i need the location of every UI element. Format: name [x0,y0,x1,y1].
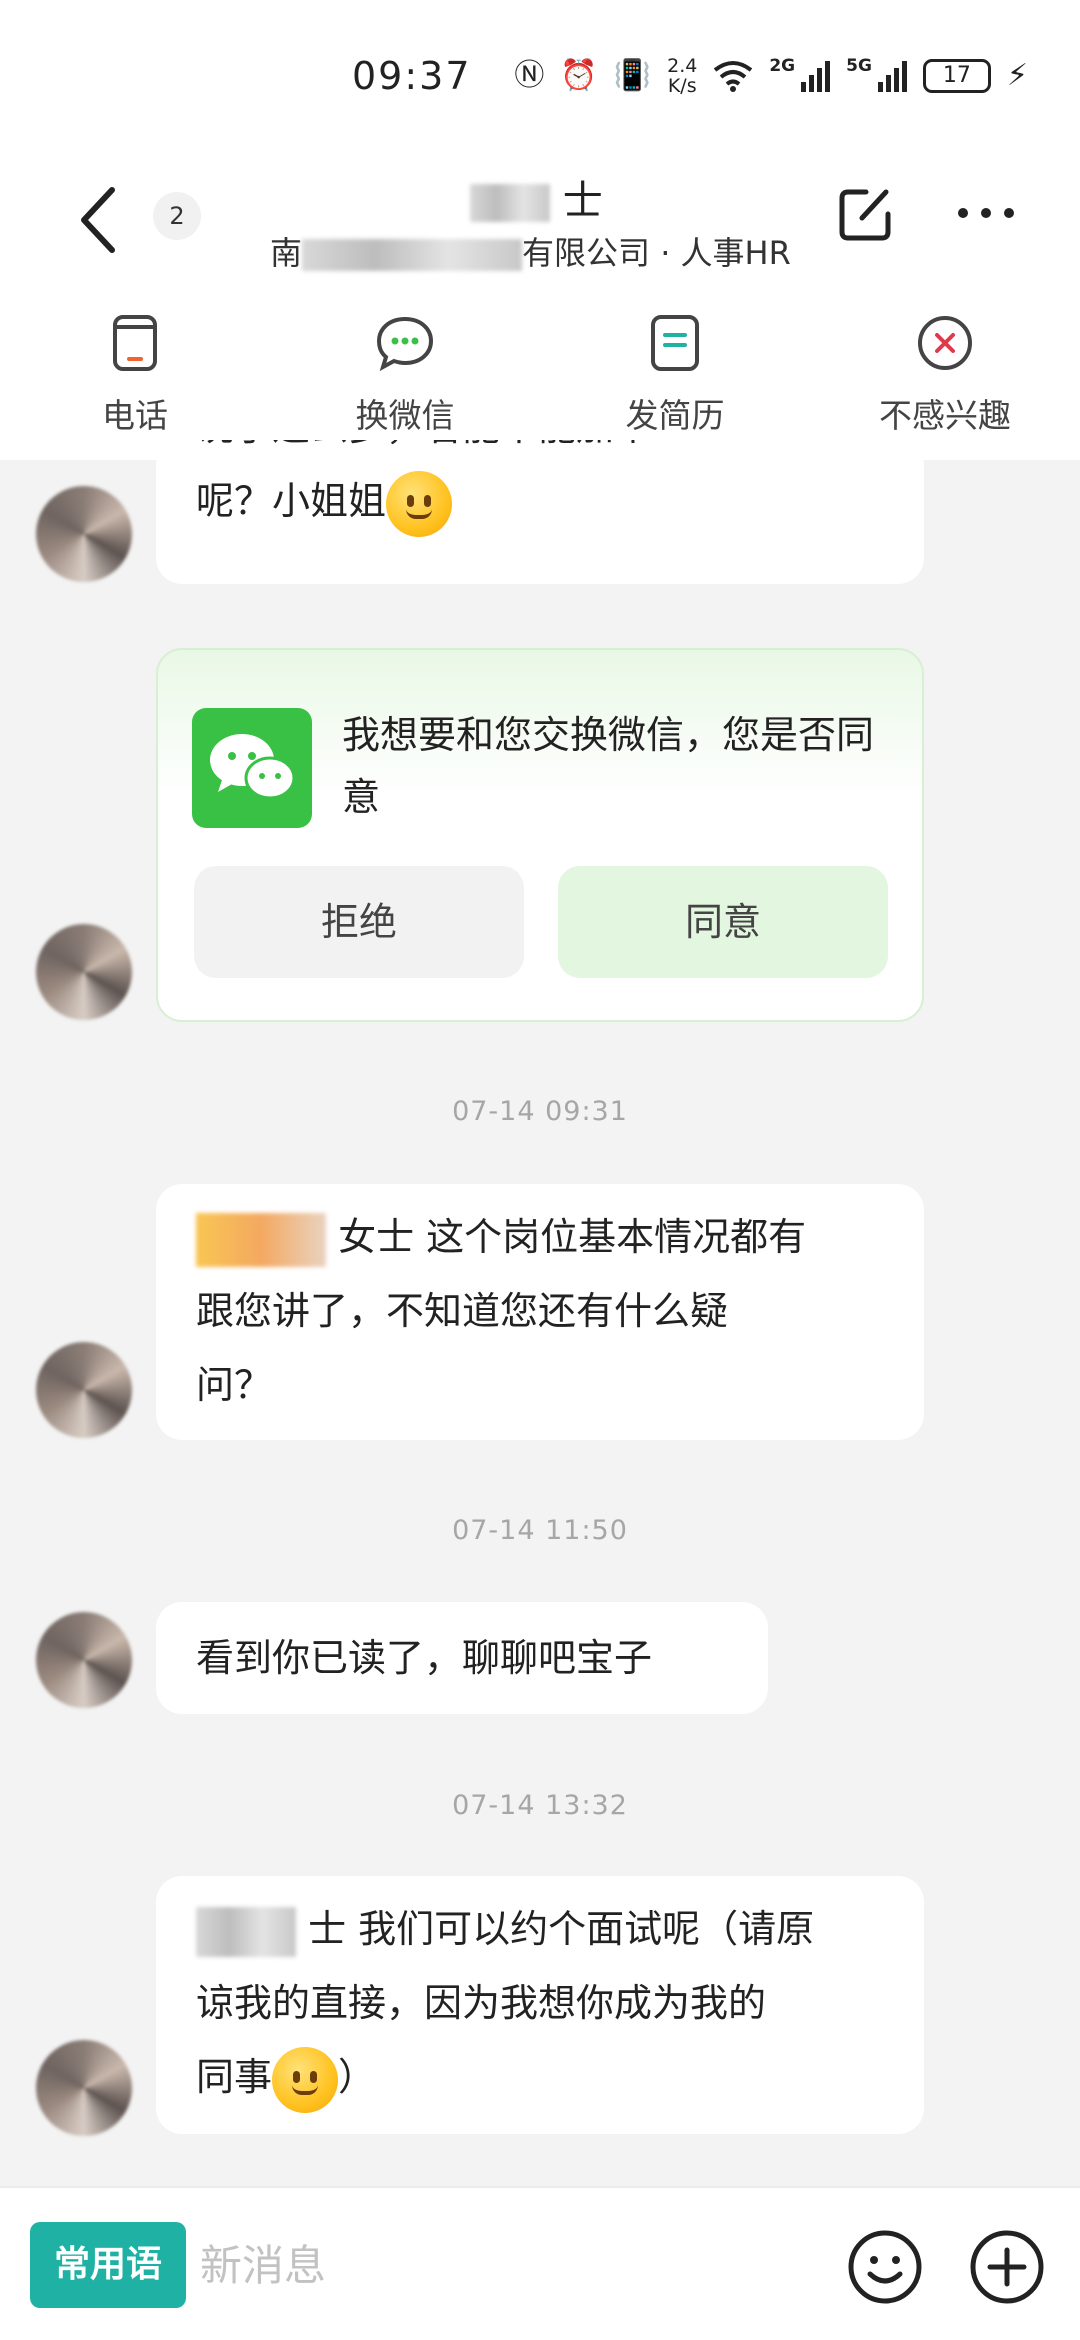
avatar[interactable] [36,2040,132,2136]
battery-icon: 17 [922,59,991,93]
resume-icon [651,315,699,371]
alarm-icon: ⏰ [560,58,598,93]
chat-header: 2 士 南有限公司 · 人事HR [0,150,1080,305]
timestamp: 07-14 13:32 [452,1790,628,1821]
redacted-name [196,1212,326,1267]
message-bubble: 女士 这个岗位基本情况都有 跟您讲了，不知道您还有什么疑 问？ [156,1184,924,1440]
signal-icon-2 [877,60,907,92]
avatar[interactable] [36,1612,132,1708]
nfc-icon: Ⓝ [514,58,545,93]
smile-emoji-icon [386,470,453,537]
status-bar: 09:37 Ⓝ ⏰ 📳 2.4 K/s 2G 5G 17 ⚡ [0,0,1080,150]
charging-icon: ⚡ [1006,58,1028,93]
status-icons: Ⓝ ⏰ 📳 2.4 K/s 2G 5G 17 ⚡ [514,56,1028,96]
network-speed: 2.4 K/s [667,55,698,97]
contact-name: 士 [470,168,603,226]
action-not-interested[interactable]: 不感兴趣 [810,305,1080,460]
message-line: 士 我们可以约个面试呢（请原 [196,1892,884,1966]
message-bubble: 看到你已读了，聊聊吧宝子 [156,1602,768,1714]
action-bar: 电话 换微信 发简历 不感兴趣 [0,305,1080,460]
message-line: 说了这么多，看能不能加个 [196,440,884,464]
plus-icon[interactable] [968,2228,1046,2306]
close-circle-icon [918,316,972,370]
phone-icon [113,315,157,371]
avatar[interactable] [36,1342,132,1438]
edit-icon[interactable] [836,184,896,244]
emoji-icon[interactable] [846,2228,924,2306]
unread-badge: 2 [153,192,201,240]
signal-icon-1 [801,60,831,92]
message-line: 呢？小姐姐 [196,464,884,538]
action-label: 不感兴趣 [879,396,1011,435]
network-type-1: 2G [769,56,796,76]
redacted-name [196,1906,296,1957]
redacted-company [302,239,523,271]
wechat-request-text: 我想要和您交换微信，您是否同意 [342,713,875,819]
contact-company: 南有限公司 · 人事HR [270,234,791,272]
action-label: 发简历 [625,396,725,435]
wechat-chat-icon [376,316,434,372]
message-line: 女士 这个岗位基本情况都有 [196,1200,884,1274]
timestamp: 07-14 09:31 [452,1096,628,1127]
status-time: 09:37 [352,54,472,98]
action-label: 电话 [102,396,168,435]
action-label: 换微信 [355,396,455,435]
message-bubble: 士 我们可以约个面试呢（请原 谅我的直接，因为我想你成为我的 同事） [156,1876,924,2134]
wechat-logo-icon [192,708,312,828]
input-bar: 常用语 [0,2186,1080,2340]
more-icon[interactable] [958,208,1014,222]
timestamp: 07-14 11:50 [452,1515,628,1546]
wechat-exchange-card: 我想要和您交换微信，您是否同意 拒绝 同意 [156,648,924,1022]
message-line: 问？ [196,1363,273,1407]
message-line: 同事） [196,2040,884,2114]
wifi-icon [714,61,753,92]
message-input[interactable] [200,2222,800,2308]
reject-button[interactable]: 拒绝 [194,866,524,978]
message-bubble: 说了这么多，看能不能加个 呢？小姐姐 [156,440,924,584]
avatar[interactable] [36,924,132,1020]
action-resume[interactable]: 发简历 [540,305,810,460]
message-line: 谅我的直接，因为我想你成为我的 [196,1981,767,2025]
avatar[interactable] [36,486,132,582]
message-line: 跟您讲了，不知道您还有什么疑 [196,1289,729,1333]
content-emoji-icon [272,2046,339,2113]
action-wechat[interactable]: 换微信 [270,305,540,460]
back-icon[interactable] [70,180,130,260]
redacted-name [470,184,550,222]
accept-button[interactable]: 同意 [558,866,888,978]
action-phone[interactable]: 电话 [0,305,270,460]
vibrate-icon: 📳 [613,58,652,93]
common-phrases-button[interactable]: 常用语 [30,2222,186,2308]
network-type-2: 5G [846,56,872,76]
